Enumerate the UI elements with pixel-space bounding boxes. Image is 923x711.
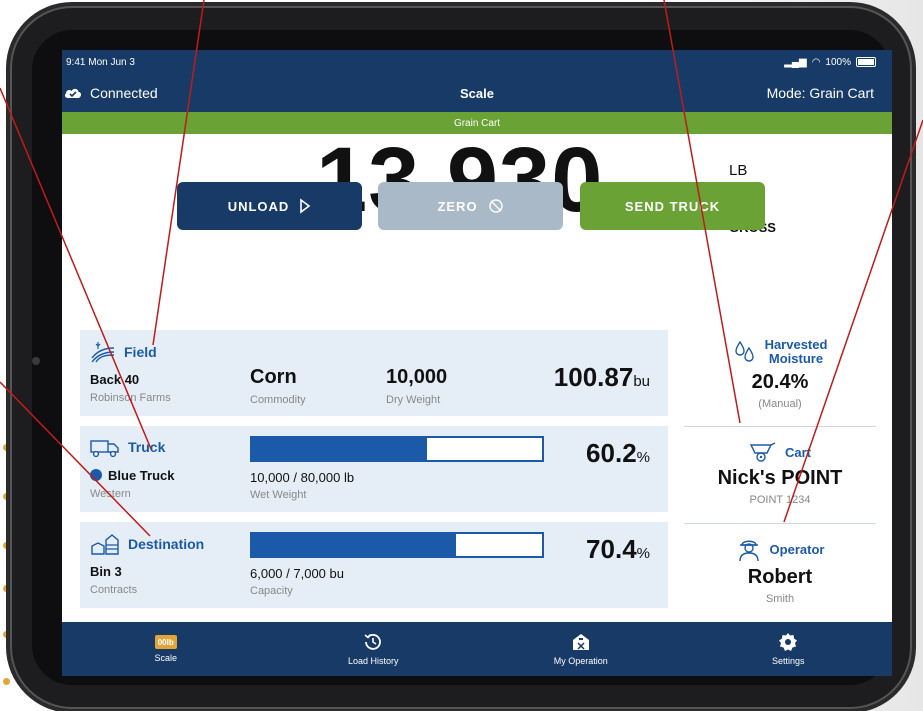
- bushels-readout: 100.87bu: [554, 362, 650, 393]
- cart-title: Cart: [784, 444, 811, 460]
- tab-settings[interactable]: Settings: [685, 622, 893, 676]
- tab-load-history-label: Load History: [347, 656, 399, 666]
- moisture-source: (Manual): [758, 397, 802, 410]
- tab-load-history[interactable]: Load History: [270, 622, 478, 676]
- app-screen: 9:41 Mon Jun 3 ▂▄▆ ◠ 100% Connected Scal…: [62, 50, 892, 676]
- destination-sub: Contracts: [90, 584, 138, 596]
- decorative-dot: [3, 542, 10, 549]
- tab-my-operation-label: My Operation: [553, 656, 608, 666]
- decorative-dot: [3, 585, 10, 592]
- camera-icon: [32, 357, 40, 365]
- truck-percent-unit: %: [636, 449, 650, 466]
- moisture-title-2: Moisture: [768, 351, 824, 367]
- destination-load-label: Capacity: [250, 585, 293, 597]
- operator-first-name: Robert: [747, 566, 813, 588]
- truck-percent-value: 60.2: [586, 438, 637, 468]
- truck-load: 10,000 / 80,000 lb: [250, 470, 355, 485]
- destination-progress-bar: [250, 532, 544, 558]
- grain-cart-icon: [749, 442, 776, 462]
- decorative-dot: [3, 444, 10, 451]
- decorative-dot: [3, 678, 10, 685]
- history-icon: [364, 633, 382, 650]
- destination-title: Destination: [128, 536, 205, 552]
- cart-card[interactable]: Cart Nick's POINT POINT 1234: [684, 427, 876, 524]
- zero-label: ZERO: [437, 198, 478, 214]
- operator-icon: [738, 540, 759, 562]
- scale-icon: 00lb: [154, 635, 177, 649]
- destination-load: 6,000 / 7,000 bu: [250, 566, 344, 581]
- battery-icon: [856, 57, 876, 67]
- send-truck-label: SEND TRUCK: [624, 198, 721, 214]
- status-time: 9:41 Mon Jun 3: [66, 56, 135, 68]
- decorative-dot: [3, 631, 10, 638]
- destination-panel[interactable]: Destination Bin 3 Contracts 6,000 / 7,00…: [80, 522, 668, 608]
- zero-icon: [488, 199, 503, 213]
- truck-color-icon: [90, 469, 102, 481]
- bushels-value: 100.87: [553, 362, 634, 392]
- cart-model: POINT 1234: [749, 494, 811, 506]
- droplets-icon: [734, 341, 754, 362]
- connection-status[interactable]: Connected: [64, 85, 158, 101]
- truck-load-label: Wet Weight: [250, 489, 307, 501]
- destination-percent-value: 70.4: [586, 534, 637, 564]
- commodity-label: Commodity: [250, 394, 306, 406]
- field-name: Back 40: [90, 372, 140, 387]
- destination-progress-fill: [252, 534, 457, 556]
- truck-title: Truck: [128, 439, 166, 455]
- tab-scale[interactable]: 00lb Scale: [62, 622, 270, 676]
- battery-percent: 100%: [825, 56, 851, 68]
- truck-icon: [90, 440, 119, 458]
- destination-percent-unit: %: [636, 545, 650, 562]
- field-panel[interactable]: Field Back 40 Robinson Farms Corn Commod…: [80, 330, 668, 416]
- moisture-card[interactable]: Harvested Moisture 20.4% (Manual): [684, 330, 876, 427]
- destination-name: Bin 3: [90, 564, 122, 579]
- tab-my-operation[interactable]: My Operation: [477, 622, 685, 676]
- truck-progress-fill: [252, 438, 427, 460]
- moisture-title-1: Harvested: [764, 337, 828, 352]
- field-farm: Robinson Farms: [90, 392, 171, 404]
- operator-title: Operator: [769, 541, 825, 557]
- truck-progress-bar: [250, 436, 544, 462]
- weight-unit[interactable]: LB: [729, 162, 747, 179]
- moisture-value: 20.4%: [751, 370, 809, 393]
- destination-percent: 70.4%: [586, 534, 650, 565]
- mode-selector[interactable]: Mode: Grain Cart: [767, 85, 874, 101]
- barn-icon: [572, 634, 589, 650]
- send-truck-button[interactable]: SEND TRUCK: [580, 182, 765, 230]
- connection-label: Connected: [90, 85, 158, 101]
- right-column: Harvested Moisture 20.4% (Manual) Cart N…: [684, 330, 876, 620]
- play-icon: [300, 198, 311, 214]
- gear-icon: [779, 633, 798, 651]
- dry-weight-label: Dry Weight: [386, 394, 441, 406]
- field-title: Field: [124, 344, 157, 360]
- status-bar: 9:41 Mon Jun 3 ▂▄▆ ◠ 100%: [62, 50, 892, 74]
- signal-icon: ▂▄▆: [784, 56, 807, 68]
- field-icon: [91, 342, 115, 363]
- operator-last-name: Smith: [765, 593, 795, 605]
- bushels-unit: bu: [633, 373, 650, 390]
- unload-label: UNLOAD: [227, 198, 290, 214]
- truck-percent: 60.2%: [586, 438, 650, 469]
- zero-button[interactable]: ZERO: [378, 182, 563, 230]
- truck-name-row: Blue Truck: [90, 468, 174, 483]
- tab-settings-label: Settings: [771, 656, 805, 666]
- cloud-check-icon: [64, 88, 82, 98]
- bottom-tab-bar: 00lb Scale Load History My Operation Set…: [62, 622, 892, 676]
- commodity-value: Corn: [250, 366, 297, 388]
- top-bar: Connected Scale Mode: Grain Cart: [62, 74, 892, 112]
- decorative-dot: [3, 493, 10, 500]
- tab-scale-label: Scale: [154, 653, 177, 663]
- unload-button[interactable]: UNLOAD: [177, 182, 362, 230]
- truck-name: Blue Truck: [108, 468, 175, 483]
- operator-card[interactable]: Operator Robert Smith: [684, 524, 876, 620]
- dry-weight-value: 10,000: [386, 366, 448, 388]
- wifi-icon: ◠: [811, 56, 821, 68]
- grain-bin-icon: [91, 534, 119, 555]
- truck-company: Western: [90, 488, 131, 500]
- cart-name: Nick's POINT: [717, 467, 843, 489]
- truck-panel[interactable]: Truck Blue Truck Western 10,000 / 80,000…: [80, 426, 668, 512]
